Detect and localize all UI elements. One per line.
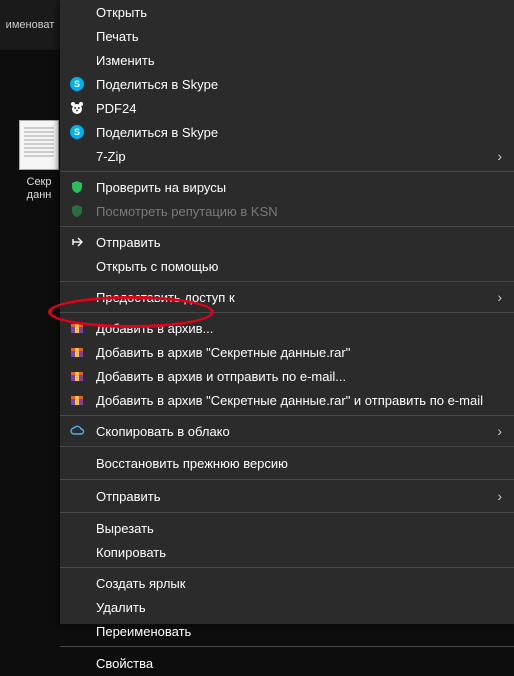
separator [60, 415, 514, 416]
menu-cut[interactable]: Вырезать [60, 516, 514, 540]
spacer-icon [68, 622, 86, 640]
menu-label: PDF24 [96, 101, 502, 116]
menu-rename[interactable]: Переименовать [60, 619, 514, 643]
chevron-right-icon: › [497, 488, 502, 504]
menu-send-1[interactable]: Отправить [60, 230, 514, 254]
menu-label: Скопировать в облако [96, 424, 497, 439]
winrar-icon [68, 319, 86, 337]
menu-label: Печать [96, 29, 502, 44]
spacer-icon [68, 454, 86, 472]
spacer-icon [68, 147, 86, 165]
menu-label: Копировать [96, 545, 502, 560]
pdf24-icon [68, 99, 86, 117]
menu-share-skype-1[interactable]: S Поделиться в Skype [60, 72, 514, 96]
menu-pdf24[interactable]: PDF24 [60, 96, 514, 120]
menu-copy-cloud[interactable]: Скопировать в облако › [60, 419, 514, 443]
separator [60, 446, 514, 447]
skype-icon: S [68, 123, 86, 141]
spacer-icon [68, 3, 86, 21]
menu-label: Удалить [96, 600, 502, 615]
spacer-icon [68, 51, 86, 69]
context-menu: Открыть Печать Изменить S Поделиться в S… [60, 0, 514, 624]
menu-label: Открыть с помощью [96, 259, 502, 274]
file-thumbnail[interactable]: Секрданн [18, 120, 60, 202]
menu-add-to-archive-name-mail[interactable]: Добавить в архив "Секретные данные.rar" … [60, 388, 514, 412]
share-icon [68, 233, 86, 251]
menu-create-shortcut[interactable]: Создать ярлык [60, 571, 514, 595]
menu-label: Добавить в архив и отправить по e-mail..… [96, 369, 502, 384]
menu-send-2[interactable]: Отправить › [60, 483, 514, 509]
menu-label: Добавить в архив "Секретные данные.rar" … [96, 393, 502, 408]
menu-label: Отправить [96, 489, 497, 504]
spacer-icon [68, 288, 86, 306]
spacer-icon [68, 519, 86, 537]
spacer-icon [68, 27, 86, 45]
menu-copy[interactable]: Копировать [60, 540, 514, 564]
menu-label: Предоставить доступ к [96, 290, 497, 305]
kaspersky-shield-icon [68, 178, 86, 196]
menu-label: Поделиться в Skype [96, 125, 502, 140]
winrar-icon [68, 343, 86, 361]
menu-label: Восстановить прежнюю версию [96, 456, 502, 471]
menu-label: Свойства [96, 656, 502, 671]
chevron-right-icon: › [497, 423, 502, 439]
menu-label: Создать ярлык [96, 576, 502, 591]
file-caption: Секрданн [14, 176, 64, 202]
file-page-icon [19, 120, 59, 170]
menu-print[interactable]: Печать [60, 24, 514, 48]
spacer-icon [68, 598, 86, 616]
separator [60, 567, 514, 568]
separator [60, 312, 514, 313]
separator [60, 479, 514, 480]
menu-open-with[interactable]: Открыть с помощью [60, 254, 514, 278]
menu-label: 7-Zip [96, 149, 497, 164]
menu-give-access[interactable]: Предоставить доступ к › [60, 285, 514, 309]
menu-label: Отправить [96, 235, 502, 250]
winrar-icon [68, 367, 86, 385]
menu-7zip[interactable]: 7-Zip › [60, 144, 514, 168]
menu-add-to-archive-name[interactable]: Добавить в архив "Секретные данные.rar" [60, 340, 514, 364]
chevron-right-icon: › [497, 148, 502, 164]
menu-restore-version[interactable]: Восстановить прежнюю версию [60, 450, 514, 476]
separator [60, 171, 514, 172]
menu-label: Открыть [96, 5, 502, 20]
menu-label: Добавить в архив "Секретные данные.rar" [96, 345, 502, 360]
spacer-icon [68, 487, 86, 505]
menu-ksn-reputation: Посмотреть репутацию в KSN [60, 199, 514, 223]
menu-delete[interactable]: Удалить [60, 595, 514, 619]
menu-open[interactable]: Открыть [60, 0, 514, 24]
chevron-right-icon: › [497, 289, 502, 305]
separator [60, 512, 514, 513]
spacer-icon [68, 257, 86, 275]
spacer-icon [68, 654, 86, 672]
separator [60, 226, 514, 227]
menu-properties[interactable]: Свойства [60, 650, 514, 676]
toolbar-fragment-text: именоват [6, 19, 55, 31]
spacer-icon [68, 543, 86, 561]
cloud-icon [68, 422, 86, 440]
menu-label: Вырезать [96, 521, 502, 536]
winrar-icon [68, 391, 86, 409]
spacer-icon [68, 574, 86, 592]
menu-label: Добавить в архив... [96, 321, 502, 336]
kaspersky-shield-icon [68, 202, 86, 220]
separator [60, 646, 514, 647]
toolbar-fragment: именоват [0, 0, 60, 50]
menu-label: Посмотреть репутацию в KSN [96, 204, 502, 219]
menu-add-to-archive-mail[interactable]: Добавить в архив и отправить по e-mail..… [60, 364, 514, 388]
menu-label: Переименовать [96, 624, 502, 639]
menu-scan-viruses[interactable]: Проверить на вирусы [60, 175, 514, 199]
menu-label: Изменить [96, 53, 502, 68]
menu-label: Проверить на вирусы [96, 180, 502, 195]
menu-label: Поделиться в Skype [96, 77, 502, 92]
menu-edit[interactable]: Изменить [60, 48, 514, 72]
menu-add-to-archive[interactable]: Добавить в архив... [60, 316, 514, 340]
separator [60, 281, 514, 282]
svg-text:S: S [74, 79, 80, 89]
skype-icon: S [68, 75, 86, 93]
svg-text:S: S [74, 127, 80, 137]
menu-share-skype-2[interactable]: S Поделиться в Skype [60, 120, 514, 144]
